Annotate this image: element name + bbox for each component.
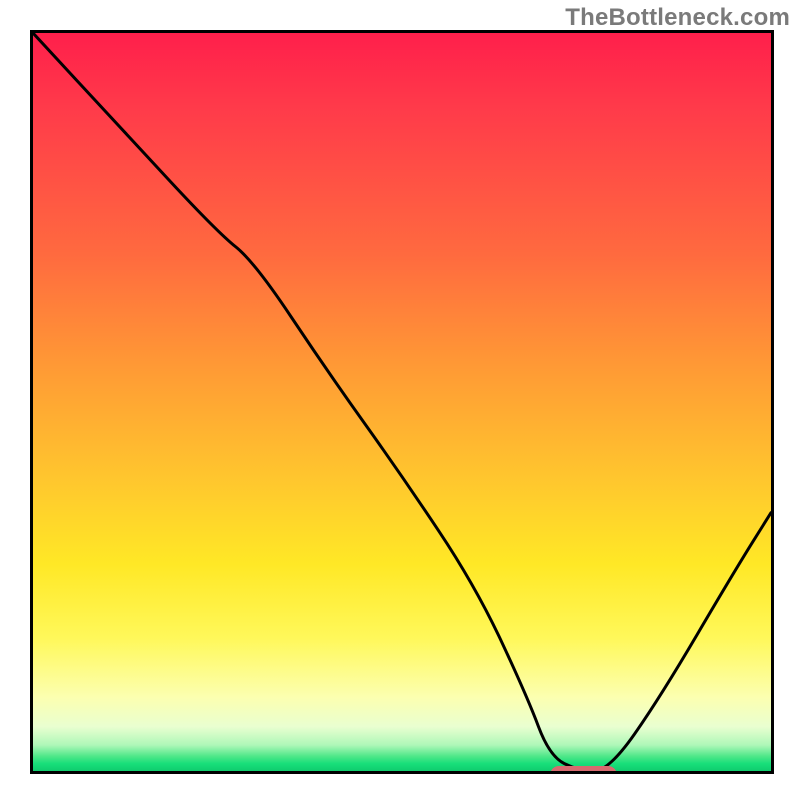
- watermark-text: TheBottleneck.com: [565, 4, 790, 32]
- optimal-marker: [550, 766, 618, 774]
- chart-frame: TheBottleneck.com: [0, 0, 800, 800]
- plot-area: [30, 30, 774, 774]
- bottleneck-curve: [33, 33, 771, 771]
